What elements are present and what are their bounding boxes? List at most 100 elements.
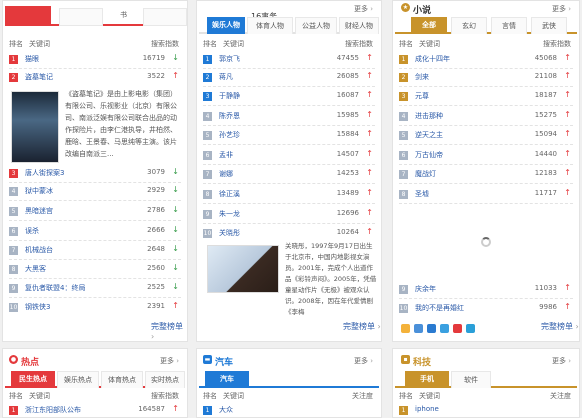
celebrity-photo[interactable] <box>207 245 279 293</box>
keyword-link[interactable]: 机械战台 <box>25 245 53 255</box>
keyword-link[interactable]: 复仇者联盟4：终局 <box>25 283 85 293</box>
tab-phone[interactable]: 手机 <box>405 371 449 388</box>
full-list-link[interactable]: 完整榜单 <box>151 321 187 341</box>
keyword-link[interactable]: 谢娜 <box>219 169 233 179</box>
keyword-link[interactable]: 钢铁侠3 <box>25 302 50 312</box>
keyword-link[interactable]: 魔战灯 <box>415 169 436 179</box>
table-row[interactable]: 6 万古仙帝 14440 ↑ <box>393 149 579 162</box>
table-row[interactable]: 5 逆天之主 15094 ↑ <box>393 129 579 142</box>
table-row[interactable]: 1 猫眼 16719 ↓ <box>3 53 187 66</box>
table-row[interactable]: 10 钢铁侠3 2391 ↑ <box>3 301 187 314</box>
share-douban-icon[interactable] <box>440 324 449 333</box>
keyword-link[interactable]: 郭京飞 <box>219 54 240 64</box>
tab-2[interactable] <box>59 8 103 26</box>
keyword-link[interactable]: 浙江东阳部队公布 <box>25 405 81 415</box>
keyword-link[interactable]: 盗墓笔记 <box>25 72 53 82</box>
more-link[interactable]: 更多 <box>552 356 571 366</box>
table-row[interactable]: 4 狱中蒙冰 2929 ↓ <box>3 185 187 198</box>
tab-wuxia[interactable]: 武侠 <box>531 17 567 34</box>
table-row[interactable]: 7 机械战台 2648 ↓ <box>3 244 187 257</box>
tab-car[interactable]: 汽车 <box>205 371 249 388</box>
keyword-link[interactable]: 剑来 <box>415 72 429 82</box>
table-row[interactable]: 8 徐正溪 13489 ↑ <box>197 188 381 201</box>
keyword-link[interactable]: iphone <box>415 405 439 413</box>
keyword-link[interactable]: 大众 <box>219 405 233 415</box>
table-row[interactable]: 8 圣墟 11717 ↑ <box>393 188 579 201</box>
tab-sports-hot[interactable]: 体育热点 <box>101 371 143 388</box>
keyword-link[interactable]: 孙艺珍 <box>219 130 240 140</box>
keyword-link[interactable]: 徐正溪 <box>219 189 240 199</box>
table-row[interactable]: 5 孙艺珍 15884 ↑ <box>197 129 381 142</box>
tab-4[interactable] <box>143 8 187 26</box>
table-row[interactable]: 9 复仇者联盟4：终局 2525 ↓ <box>3 282 187 295</box>
keyword-link[interactable]: 大黑客 <box>25 264 46 274</box>
tab-finance[interactable]: 财经人物 <box>339 17 379 34</box>
tab-sports[interactable]: 体育人物 <box>247 17 293 34</box>
table-row[interactable]: 5 黑暗迷宫 2786 ↓ <box>3 205 187 218</box>
table-row[interactable]: 3 于静静 16087 ↑ <box>197 90 381 103</box>
keyword-link[interactable]: 万古仙帝 <box>415 150 443 160</box>
keyword-link[interactable]: 误杀 <box>25 226 39 236</box>
table-row[interactable]: 9 朱一龙 12696 ↑ <box>197 208 381 221</box>
keyword-link[interactable]: 庆余年 <box>415 284 436 294</box>
tab-active[interactable] <box>5 6 51 26</box>
table-row[interactable]: 3 唐人街探案3 3079 ↓ <box>3 167 187 180</box>
keyword-link[interactable]: 元尊 <box>415 91 429 101</box>
keyword-link[interactable]: 唐人街探案3 <box>25 168 64 178</box>
keyword-link[interactable]: 陈乔恩 <box>219 111 240 121</box>
keyword-link[interactable]: 圣墟 <box>415 189 429 199</box>
table-row[interactable]: 2 蒋凡 26085 ↑ <box>197 71 381 84</box>
table-row[interactable]: 1 iphone <box>393 404 579 417</box>
table-row[interactable]: 2 剑来 21108 ↑ <box>393 71 579 84</box>
table-row[interactable]: 9 庆余年 11033 ↑ <box>393 283 579 296</box>
share-more-icon[interactable] <box>466 324 475 333</box>
share-qq-icon[interactable] <box>427 324 436 333</box>
share-weibo-icon[interactable] <box>414 324 423 333</box>
keyword-link[interactable]: 孟非 <box>219 150 233 160</box>
table-row[interactable]: 10 我的不是再婚红 9986 ↑ <box>393 302 579 315</box>
table-row[interactable]: 8 大黑客 2560 ↓ <box>3 263 187 276</box>
keyword-link[interactable]: 关晓彤 <box>219 228 240 238</box>
keyword-link[interactable]: 进击那种 <box>415 111 443 121</box>
keyword-link[interactable]: 于静静 <box>219 91 240 101</box>
keyword-link[interactable]: 逆天之主 <box>415 130 443 140</box>
movie-poster-image[interactable] <box>11 91 59 163</box>
keyword-link[interactable]: 我的不是再婚红 <box>415 303 464 313</box>
share-renren-icon[interactable] <box>453 324 462 333</box>
table-row[interactable]: 1 郭京飞 47455 ↑ <box>197 53 381 66</box>
more-link[interactable]: 更多 <box>354 356 373 366</box>
more-link[interactable]: 更多 <box>160 356 179 366</box>
keyword-link[interactable]: 成化十四年 <box>415 54 450 64</box>
full-list-link[interactable]: 完整榜单 <box>343 321 381 332</box>
more-link[interactable]: 更多 <box>354 4 373 14</box>
tab-entertainment[interactable]: 娱乐人物 <box>207 17 245 34</box>
more-link[interactable]: 更多 <box>552 4 571 14</box>
table-row[interactable]: 7 魔战灯 12183 ↑ <box>393 168 579 181</box>
table-row[interactable]: 2 盗墓笔记 3522 ↑ <box>3 71 187 84</box>
keyword-link[interactable]: 朱一龙 <box>219 209 240 219</box>
keyword-link[interactable]: 黑暗迷宫 <box>25 206 53 216</box>
full-list-link[interactable]: 完整榜单 <box>541 321 579 332</box>
keyword-link[interactable]: 狱中蒙冰 <box>25 186 53 196</box>
tab-romance[interactable]: 言情 <box>491 17 527 34</box>
tab-all[interactable]: 全部 <box>411 17 447 34</box>
tab-realtime-hot[interactable]: 实时热点 <box>145 371 185 388</box>
tab-entertainment-hot[interactable]: 娱乐热点 <box>57 371 99 388</box>
table-row[interactable]: 1 大众 <box>197 404 381 417</box>
table-row[interactable]: 10 关晓彤 10264 ↑ <box>197 227 381 240</box>
table-row[interactable]: 6 孟非 14507 ↑ <box>197 149 381 162</box>
table-row[interactable]: 3 元尊 18187 ↑ <box>393 90 579 103</box>
tab-fantasy[interactable]: 玄幻 <box>451 17 487 34</box>
keyword-link[interactable]: 猫眼 <box>25 54 39 64</box>
table-row[interactable]: 1 成化十四年 45068 ↑ <box>393 53 579 66</box>
keyword-link[interactable]: 蒋凡 <box>219 72 233 82</box>
table-row[interactable]: 4 陈乔恩 15985 ↑ <box>197 110 381 123</box>
table-row[interactable]: 4 进击那种 15275 ↑ <box>393 110 579 123</box>
table-row[interactable]: 7 谢娜 14253 ↑ <box>197 168 381 181</box>
tab-livelihood[interactable]: 民生热点 <box>11 371 55 388</box>
share-qzone-icon[interactable] <box>401 324 410 333</box>
tab-software[interactable]: 软件 <box>451 371 491 388</box>
tab-charity[interactable]: 公益人物 <box>295 17 337 34</box>
table-row[interactable]: 1 浙江东阳部队公布 164587 ↑ <box>3 404 187 417</box>
table-row[interactable]: 6 误杀 2666 ↓ <box>3 225 187 238</box>
